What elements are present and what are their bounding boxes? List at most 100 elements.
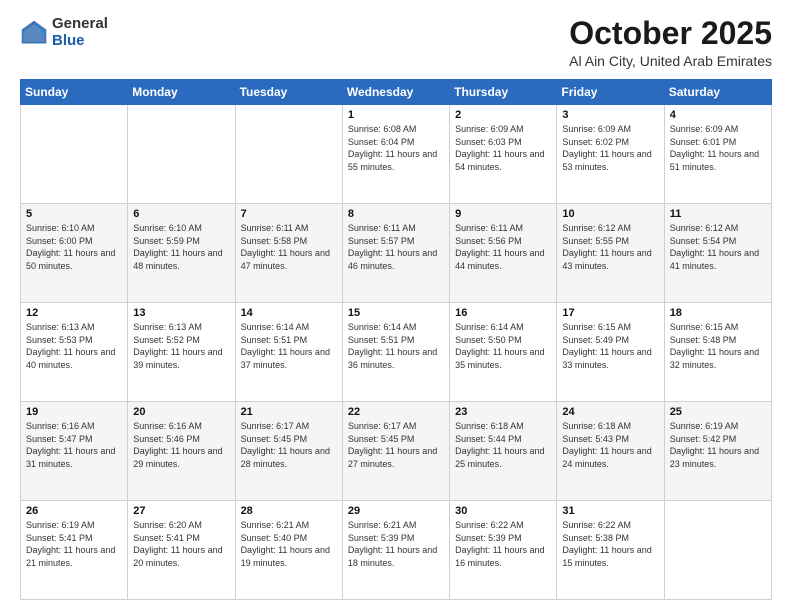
calendar-table: Sunday Monday Tuesday Wednesday Thursday… bbox=[20, 79, 772, 600]
logo-text: General Blue bbox=[52, 16, 108, 49]
day-number: 13 bbox=[133, 307, 229, 319]
calendar-cell: 7Sunrise: 6:11 AMSunset: 5:58 PMDaylight… bbox=[235, 204, 342, 303]
day-info: Sunrise: 6:11 AMSunset: 5:57 PMDaylight:… bbox=[348, 222, 444, 272]
calendar-cell: 28 Sunrise: 6:21 AMSunset: 5:40 PMDayligh… bbox=[235, 501, 342, 600]
calendar-cell: 6Sunrise: 6:10 AMSunset: 5:59 PMDaylight… bbox=[128, 204, 235, 303]
calendar-cell: 26 Sunrise: 6:19 AMSunset: 5:41 PMDayligh… bbox=[21, 501, 128, 600]
calendar-cell: 29 Sunrise: 6:21 AMSunset: 5:39 PMDayligh… bbox=[342, 501, 449, 600]
title-month: October 2025 bbox=[569, 16, 772, 51]
day-number: 5 bbox=[26, 208, 122, 220]
calendar-cell bbox=[235, 105, 342, 204]
calendar-cell: 16Sunrise: 6:14 AMSunset: 5:50 PMDayligh… bbox=[450, 303, 557, 402]
day-info: Sunrise: 6:13 AMSunset: 5:52 PMDaylight:… bbox=[133, 321, 229, 371]
day-info: Sunrise: 6:13 AMSunset: 5:53 PMDaylight:… bbox=[26, 321, 122, 371]
day-number: 23 bbox=[455, 406, 551, 418]
page: General Blue October 2025 Al Ain City, U… bbox=[0, 0, 792, 612]
col-friday: Friday bbox=[557, 80, 664, 105]
calendar-cell: 31 Sunrise: 6:22 AMSunset: 5:38 PMDayligh… bbox=[557, 501, 664, 600]
calendar-week-2: 5 Sunrise: 6:10 AMSunset: 6:00 PMDaylight… bbox=[21, 204, 772, 303]
day-number: 19 bbox=[26, 406, 122, 418]
day-number: 26 bbox=[26, 505, 122, 517]
day-number: 16 bbox=[455, 307, 551, 319]
day-info: Sunrise: 6:12 AMSunset: 5:55 PMDaylight:… bbox=[562, 222, 658, 272]
day-info: Sunrise: 6:09 AMSunset: 6:01 PMDaylight:… bbox=[670, 123, 766, 173]
calendar-cell: 23 Sunrise: 6:18 AMSunset: 5:44 PMDayligh… bbox=[450, 402, 557, 501]
day-info: Sunrise: 6:14 AMSunset: 5:51 PMDaylight:… bbox=[241, 321, 337, 371]
header: General Blue October 2025 Al Ain City, U… bbox=[20, 16, 772, 69]
day-info: Sunrise: 6:18 AMSunset: 5:43 PMDaylight:… bbox=[562, 420, 658, 470]
day-info: Sunrise: 6:09 AMSunset: 6:03 PMDaylight:… bbox=[455, 123, 551, 173]
day-number: 27 bbox=[133, 505, 229, 517]
day-number: 30 bbox=[455, 505, 551, 517]
day-info: Sunrise: 6:15 AMSunset: 5:48 PMDaylight:… bbox=[670, 321, 766, 371]
day-info: Sunrise: 6:10 AMSunset: 6:00 PMDaylight:… bbox=[26, 222, 122, 272]
day-info: Sunrise: 6:16 AMSunset: 5:46 PMDaylight:… bbox=[133, 420, 229, 470]
day-number: 28 bbox=[241, 505, 337, 517]
calendar-cell: 30 Sunrise: 6:22 AMSunset: 5:39 PMDayligh… bbox=[450, 501, 557, 600]
day-info: Sunrise: 6:21 AMSunset: 5:40 PMDaylight:… bbox=[241, 519, 337, 569]
day-number: 17 bbox=[562, 307, 658, 319]
day-info: Sunrise: 6:09 AMSunset: 6:02 PMDaylight:… bbox=[562, 123, 658, 173]
day-number: 24 bbox=[562, 406, 658, 418]
calendar-cell: 5 Sunrise: 6:10 AMSunset: 6:00 PMDaylight… bbox=[21, 204, 128, 303]
day-number: 2 bbox=[455, 109, 551, 121]
day-number: 31 bbox=[562, 505, 658, 517]
calendar-week-4: 19 Sunrise: 6:16 AMSunset: 5:47 PMDayligh… bbox=[21, 402, 772, 501]
day-number: 20 bbox=[133, 406, 229, 418]
calendar-cell: 18 Sunrise: 6:15 AMSunset: 5:48 PMDayligh… bbox=[664, 303, 771, 402]
day-info: Sunrise: 6:11 AMSunset: 5:56 PMDaylight:… bbox=[455, 222, 551, 272]
day-number: 10 bbox=[562, 208, 658, 220]
day-number: 4 bbox=[670, 109, 766, 121]
day-info: Sunrise: 6:19 AMSunset: 5:41 PMDaylight:… bbox=[26, 519, 122, 569]
col-thursday: Thursday bbox=[450, 80, 557, 105]
logo: General Blue bbox=[20, 16, 108, 49]
day-number: 15 bbox=[348, 307, 444, 319]
day-info: Sunrise: 6:20 AMSunset: 5:41 PMDaylight:… bbox=[133, 519, 229, 569]
calendar-cell bbox=[664, 501, 771, 600]
calendar-week-1: 1Sunrise: 6:08 AMSunset: 6:04 PMDaylight… bbox=[21, 105, 772, 204]
calendar-cell bbox=[128, 105, 235, 204]
calendar-cell: 15 Sunrise: 6:14 AMSunset: 5:51 PMDayligh… bbox=[342, 303, 449, 402]
day-number: 14 bbox=[241, 307, 337, 319]
calendar-cell: 27 Sunrise: 6:20 AMSunset: 5:41 PMDayligh… bbox=[128, 501, 235, 600]
col-monday: Monday bbox=[128, 80, 235, 105]
day-info: Sunrise: 6:16 AMSunset: 5:47 PMDaylight:… bbox=[26, 420, 122, 470]
day-info: Sunrise: 6:14 AMSunset: 5:51 PMDaylight:… bbox=[348, 321, 444, 371]
calendar-cell: 20 Sunrise: 6:16 AMSunset: 5:46 PMDayligh… bbox=[128, 402, 235, 501]
day-number: 7 bbox=[241, 208, 337, 220]
calendar-week-3: 12Sunrise: 6:13 AMSunset: 5:53 PMDayligh… bbox=[21, 303, 772, 402]
logo-icon bbox=[20, 19, 48, 47]
calendar-cell: 3Sunrise: 6:09 AMSunset: 6:02 PMDaylight… bbox=[557, 105, 664, 204]
day-info: Sunrise: 6:22 AMSunset: 5:39 PMDaylight:… bbox=[455, 519, 551, 569]
day-number: 11 bbox=[670, 208, 766, 220]
calendar-week-5: 26 Sunrise: 6:19 AMSunset: 5:41 PMDayligh… bbox=[21, 501, 772, 600]
day-info: Sunrise: 6:08 AMSunset: 6:04 PMDaylight:… bbox=[348, 123, 444, 173]
calendar-cell: 10 Sunrise: 6:12 AMSunset: 5:55 PMDayligh… bbox=[557, 204, 664, 303]
day-number: 21 bbox=[241, 406, 337, 418]
calendar-cell: 21 Sunrise: 6:17 AMSunset: 5:45 PMDayligh… bbox=[235, 402, 342, 501]
calendar-cell: 2 Sunrise: 6:09 AMSunset: 6:03 PMDaylight… bbox=[450, 105, 557, 204]
day-number: 29 bbox=[348, 505, 444, 517]
calendar-cell: 17Sunrise: 6:15 AMSunset: 5:49 PMDayligh… bbox=[557, 303, 664, 402]
col-tuesday: Tuesday bbox=[235, 80, 342, 105]
calendar-header-row: Sunday Monday Tuesday Wednesday Thursday… bbox=[21, 80, 772, 105]
day-number: 18 bbox=[670, 307, 766, 319]
day-number: 8 bbox=[348, 208, 444, 220]
day-info: Sunrise: 6:18 AMSunset: 5:44 PMDaylight:… bbox=[455, 420, 551, 470]
day-info: Sunrise: 6:17 AMSunset: 5:45 PMDaylight:… bbox=[348, 420, 444, 470]
day-info: Sunrise: 6:17 AMSunset: 5:45 PMDaylight:… bbox=[241, 420, 337, 470]
logo-blue: Blue bbox=[52, 33, 108, 50]
title-block: October 2025 Al Ain City, United Arab Em… bbox=[569, 16, 772, 69]
calendar-cell bbox=[21, 105, 128, 204]
calendar-cell: 12Sunrise: 6:13 AMSunset: 5:53 PMDayligh… bbox=[21, 303, 128, 402]
day-info: Sunrise: 6:22 AMSunset: 5:38 PMDaylight:… bbox=[562, 519, 658, 569]
calendar-cell: 24 Sunrise: 6:18 AMSunset: 5:43 PMDayligh… bbox=[557, 402, 664, 501]
calendar-cell: 19 Sunrise: 6:16 AMSunset: 5:47 PMDayligh… bbox=[21, 402, 128, 501]
col-wednesday: Wednesday bbox=[342, 80, 449, 105]
day-number: 22 bbox=[348, 406, 444, 418]
day-number: 25 bbox=[670, 406, 766, 418]
day-info: Sunrise: 6:21 AMSunset: 5:39 PMDaylight:… bbox=[348, 519, 444, 569]
calendar-cell: 14 Sunrise: 6:14 AMSunset: 5:51 PMDayligh… bbox=[235, 303, 342, 402]
day-info: Sunrise: 6:19 AMSunset: 5:42 PMDaylight:… bbox=[670, 420, 766, 470]
calendar-cell: 8 Sunrise: 6:11 AMSunset: 5:57 PMDaylight… bbox=[342, 204, 449, 303]
